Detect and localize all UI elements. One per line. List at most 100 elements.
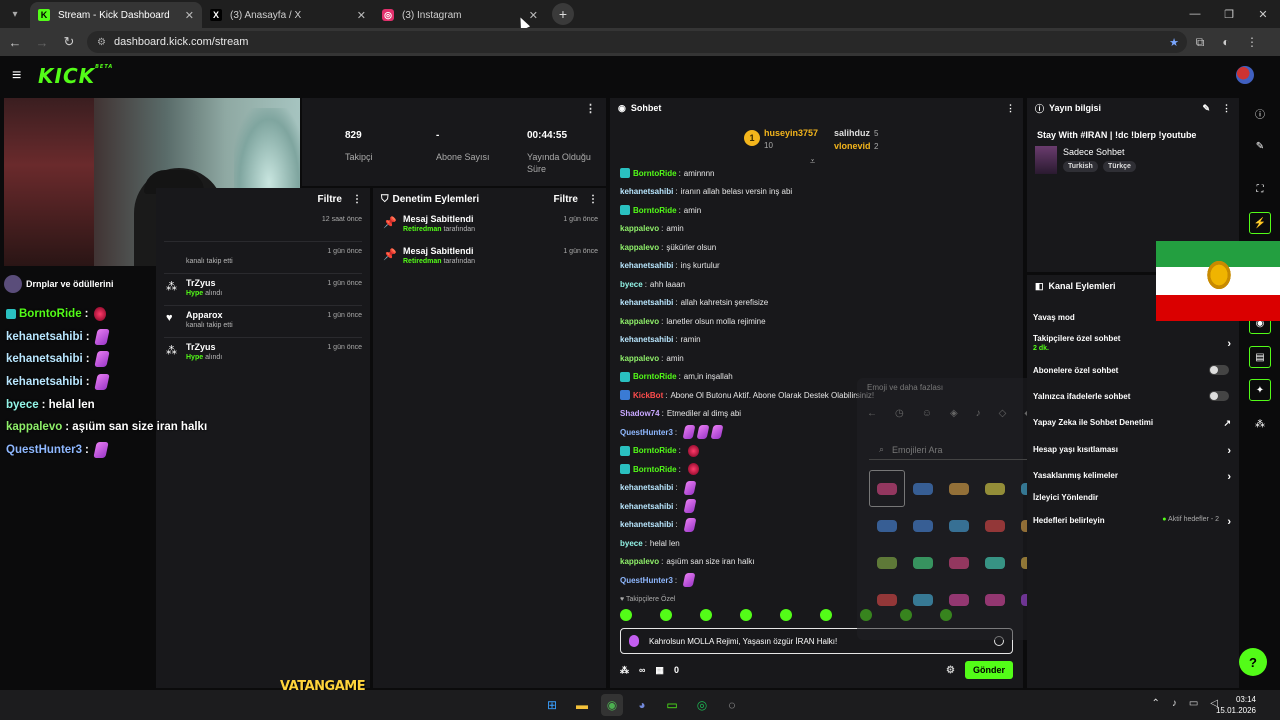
emoji-cell[interactable] [869, 470, 905, 507]
edit-icon[interactable]: ✎ [1249, 135, 1271, 157]
emoji-cell[interactable] [941, 581, 977, 618]
leader-first-name[interactable]: huseyin3757 [764, 128, 818, 138]
moderation-filter[interactable]: Filtre ⋮ [554, 194, 598, 205]
leader-third-name[interactable]: vlonevid [834, 141, 871, 151]
emoji-cell[interactable] [869, 581, 905, 618]
emoji-cell[interactable] [869, 544, 905, 581]
back-arrow-icon[interactable]: ← [867, 408, 877, 419]
menu-icon[interactable]: ⋮ [1239, 35, 1265, 49]
subscriber-only-toggle[interactable] [1209, 365, 1229, 375]
kick-logo[interactable]: KICKBETA [38, 64, 113, 88]
object-icon[interactable]: ◇ [999, 408, 1007, 419]
chat-username[interactable]: kehanetsahibi [620, 502, 673, 511]
hamburger-menu-icon[interactable]: ≡ [12, 67, 32, 85]
tools-icon[interactable]: ✦ [1249, 379, 1271, 401]
banned-words-row[interactable]: Yasaklanmış kelimeler › [1033, 471, 1231, 483]
spotify-icon[interactable]: ◎ [691, 694, 713, 716]
steam-icon[interactable]: ◌ [721, 694, 743, 716]
activity-name[interactable]: Apparox [186, 310, 233, 320]
emote-icon[interactable] [660, 609, 672, 621]
chat-username[interactable]: kappalevo [620, 354, 659, 363]
activity-menu-icon[interactable]: ⋮ [352, 194, 362, 205]
stream-info-menu-icon[interactable]: ⋮ [1222, 103, 1231, 114]
tab-kick-dashboard[interactable]: K Stream - Kick Dashboard ✕ [30, 2, 202, 28]
emote-icon[interactable] [780, 609, 792, 621]
chat-username[interactable]: QuestHunter3 [620, 576, 673, 585]
site-info-icon[interactable]: ⚙ [97, 37, 106, 48]
emoji-cell[interactable] [977, 544, 1013, 581]
ai-moderation-row[interactable]: Yapay Zeka ile Sohbet Denetimi ↗ [1033, 418, 1231, 429]
lightning-icon[interactable]: ⚡ [1249, 212, 1271, 234]
category-name[interactable]: Sadece Sohbet [1063, 147, 1125, 157]
follower-only-row[interactable]: Takipçilere özel sohbet 2 dk. › [1033, 334, 1231, 352]
users-icon[interactable]: ⁂ [1249, 413, 1271, 435]
app-icon[interactable]: ▭ [661, 694, 683, 716]
moderation-menu-icon[interactable]: ⋮ [588, 194, 598, 205]
emoji-cell[interactable] [977, 507, 1013, 544]
fullscreen-icon[interactable]: ⛶ [1249, 178, 1271, 200]
raid-row[interactable]: İzleyici Yönlendir [1033, 493, 1231, 502]
emoji-cell[interactable] [905, 544, 941, 581]
stats-menu-icon[interactable]: ⋮ [585, 102, 596, 115]
activity-name[interactable]: TrZyus [186, 342, 222, 352]
close-tab-icon[interactable]: ✕ [357, 9, 366, 22]
chat-username[interactable]: KickBot [633, 391, 663, 400]
emote-icon[interactable] [620, 609, 632, 621]
tab-search-button[interactable]: ▾ [4, 3, 26, 25]
forward-icon[interactable]: → [30, 30, 54, 54]
goals-row[interactable]: Hedefleri belirleyin Aktif hedefler - 2 › [1033, 516, 1231, 528]
microphone-tray-icon[interactable]: ♪ [1172, 698, 1177, 709]
chat-username[interactable]: kehanetsahibi [620, 187, 673, 196]
emoji-cell[interactable] [941, 470, 977, 507]
leader-second-name[interactable]: salihduz [834, 128, 870, 138]
chat-username[interactable]: kehanetsahibi [620, 298, 673, 307]
chat-username[interactable]: Shadow74 [620, 409, 660, 418]
recent-icon[interactable]: ◷ [895, 408, 904, 419]
emoji-cell[interactable] [905, 470, 941, 507]
extensions-icon[interactable]: ⧉ [1187, 35, 1213, 50]
windows-start-icon[interactable]: ⊞ [541, 694, 563, 716]
chat-menu-icon[interactable]: ⋮ [1006, 103, 1015, 114]
chat-username[interactable]: BorntoRide [633, 206, 677, 215]
layout-icon[interactable]: ▤ [1249, 346, 1271, 368]
chat-username[interactable]: BorntoRide [633, 372, 677, 381]
system-clock[interactable]: 03:14 15.01.2026 [1216, 694, 1256, 716]
chevron-right-icon[interactable]: › [1227, 445, 1231, 457]
chat-username[interactable]: kappalevo [620, 317, 659, 326]
close-tab-icon[interactable]: ✕ [185, 9, 194, 22]
url-field[interactable]: ⚙ dashboard.kick.com/stream ★ [87, 31, 1187, 53]
edit-icon[interactable]: ✎ [1202, 103, 1210, 114]
minimize-icon[interactable]: — [1178, 0, 1212, 28]
emoji-cell[interactable] [941, 544, 977, 581]
discord-icon[interactable]: ◕ [631, 694, 653, 716]
emote-icon[interactable] [820, 609, 832, 621]
close-tab-icon[interactable]: ✕ [529, 9, 538, 22]
emoji-cell[interactable] [941, 507, 977, 544]
restore-icon[interactable]: ❐ [1212, 0, 1246, 28]
moderator-name[interactable]: Retiredman [403, 258, 442, 265]
new-tab-button[interactable]: + [552, 3, 574, 25]
activity-filter[interactable]: Filtre ⋮ [318, 194, 362, 205]
close-window-icon[interactable]: ✕ [1246, 0, 1280, 28]
smiley-icon[interactable]: ☺ [922, 408, 932, 419]
chat-username[interactable]: BorntoRide [633, 465, 677, 474]
activity-name[interactable]: TrZyus [186, 278, 222, 288]
chevron-right-icon[interactable]: › [1227, 516, 1231, 528]
chat-settings-icon[interactable]: ⚙ [946, 665, 955, 676]
moderator-name[interactable]: Retiredman [403, 226, 442, 233]
external-link-icon[interactable]: ↗ [1223, 418, 1231, 429]
help-support-icon[interactable]: ? [1239, 648, 1267, 676]
profile-icon[interactable]: ◐ [1213, 35, 1239, 49]
account-age-row[interactable]: Hesap yaşı kısıtlaması › [1033, 445, 1231, 457]
emoji-cell[interactable] [905, 507, 941, 544]
send-button[interactable]: Gönder [964, 661, 1013, 679]
chat-username[interactable]: byece [620, 280, 643, 289]
animal-icon[interactable]: ◈ [950, 408, 958, 419]
chat-username[interactable]: byece [620, 539, 643, 548]
chat-username[interactable]: kappalevo [620, 224, 659, 233]
chat-username[interactable]: kehanetsahibi [620, 261, 673, 270]
emoji-cell[interactable] [977, 581, 1013, 618]
chevron-right-icon[interactable]: › [1227, 471, 1231, 483]
chat-username[interactable]: BorntoRide [633, 446, 677, 455]
chat-username[interactable]: kehanetsahibi [620, 335, 673, 344]
